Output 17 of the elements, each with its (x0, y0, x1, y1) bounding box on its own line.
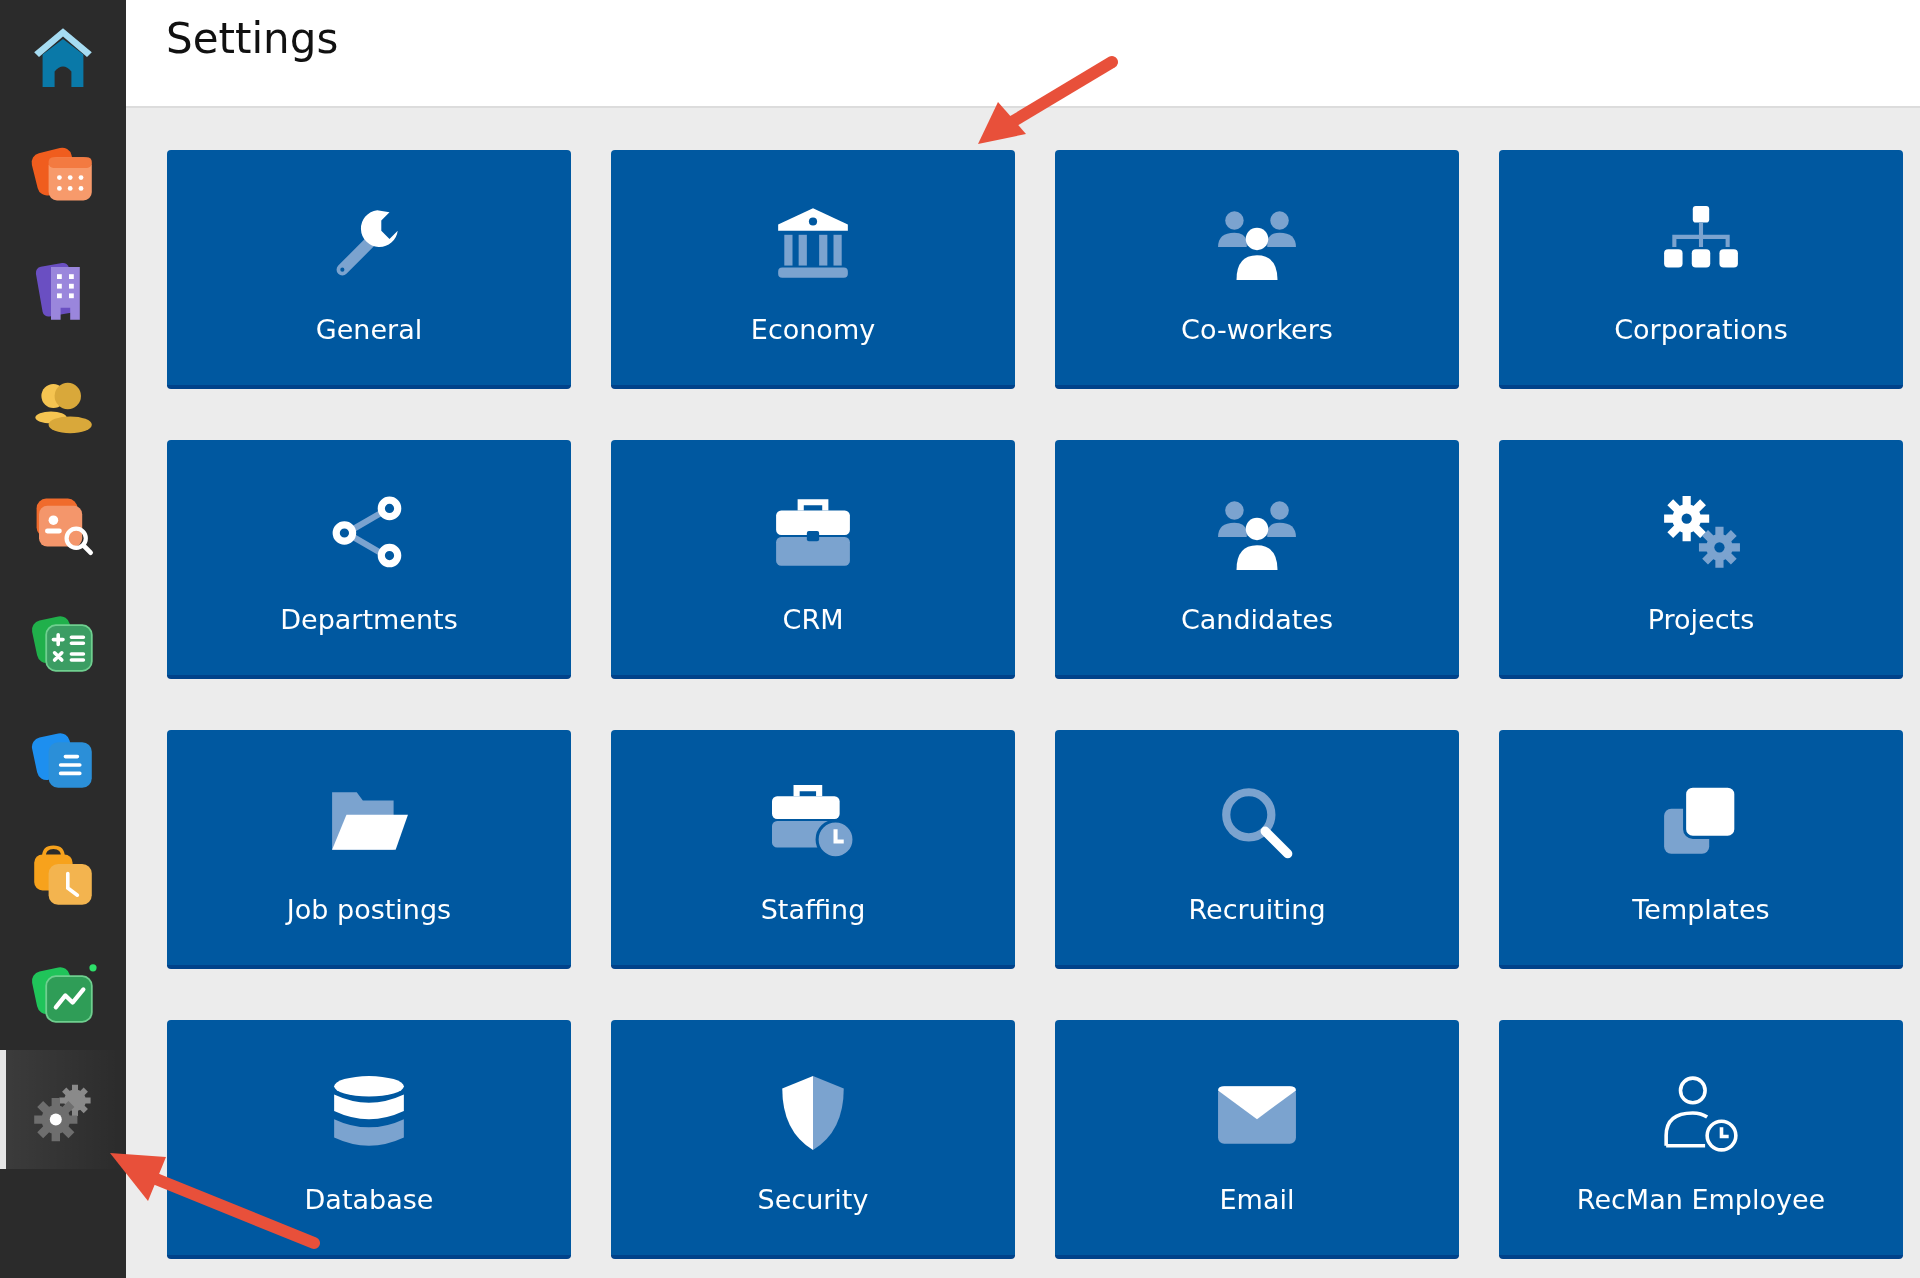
settings-tile[interactable]: Job postings (167, 730, 571, 969)
settings-tile[interactable]: Economy (611, 150, 1015, 389)
settings-tile[interactable]: General (167, 150, 571, 389)
settings-tile[interactable]: Staffing (611, 730, 1015, 969)
page-title: Settings (166, 14, 339, 63)
settings-tile[interactable]: CRM (611, 440, 1015, 679)
settings-tile[interactable]: Co-workers (1055, 150, 1459, 389)
settings-tile[interactable]: Departments (167, 440, 571, 679)
settings-tile[interactable]: Corporations (1499, 150, 1903, 389)
settings-tile[interactable]: Candidates (1055, 440, 1459, 679)
settings-tile[interactable]: Templates (1499, 730, 1903, 969)
settings-tile[interactable]: RecMan Employee (1499, 1020, 1903, 1259)
settings-tile[interactable]: Security (611, 1020, 1015, 1259)
settings-tile[interactable]: Projects (1499, 440, 1903, 679)
settings-tile[interactable]: Recruiting (1055, 730, 1459, 969)
settings-tile[interactable]: Email (1055, 1020, 1459, 1259)
settings-tile[interactable]: Database (167, 1020, 571, 1259)
